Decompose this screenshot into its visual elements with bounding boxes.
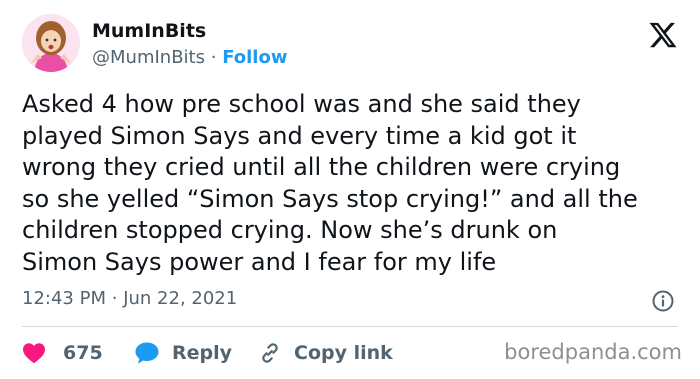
speech-bubble-icon: [135, 342, 159, 364]
copy-link-button[interactable]: Copy link: [258, 340, 393, 366]
timestamp-separator: ·: [111, 288, 118, 309]
author-display-name[interactable]: MumInBits: [92, 20, 206, 42]
like-button[interactable]: 675: [22, 340, 103, 366]
tweet-date: Jun 22, 2021: [123, 288, 238, 309]
heart-icon: [23, 343, 45, 364]
author-avatar[interactable]: [22, 14, 80, 72]
author-handle-row: @MumInBits · Follow: [92, 47, 287, 68]
follow-button[interactable]: Follow: [222, 47, 287, 68]
avatar-illustration: [22, 14, 80, 72]
info-icon[interactable]: [651, 289, 675, 313]
author-handle[interactable]: @MumInBits: [92, 47, 205, 68]
tweet-text-line: so she yelled “Simon Says stop crying!” …: [22, 184, 638, 213]
tweet-time: 12:43 PM: [22, 288, 106, 309]
watermark: boredpanda.com: [504, 340, 682, 364]
reply-button[interactable]: Reply: [134, 340, 232, 366]
handle-separator: ·: [210, 47, 217, 68]
copy-link-label: Copy link: [294, 342, 393, 364]
tweet-text: Asked 4 how pre school was and she said …: [22, 89, 692, 278]
like-count: 675: [63, 342, 103, 364]
divider: [22, 326, 678, 327]
tweet-text-line: played Simon Says and every time a kid g…: [22, 121, 577, 150]
reply-label: Reply: [172, 342, 233, 364]
tweet-text-line: wrong they cried until all the children …: [22, 153, 621, 181]
tweet-text-line: children stopped crying. Now she’s drunk…: [22, 216, 558, 244]
tweet-text-line: Asked 4 how pre school was and she said …: [22, 90, 581, 118]
x-logo-icon[interactable]: [648, 20, 678, 50]
tweet-timestamp[interactable]: 12:43 PM · Jun 22, 2021: [22, 288, 237, 309]
link-icon: [262, 343, 278, 363]
tweet-text-line: Simon Says power and I fear for my life: [22, 247, 497, 276]
